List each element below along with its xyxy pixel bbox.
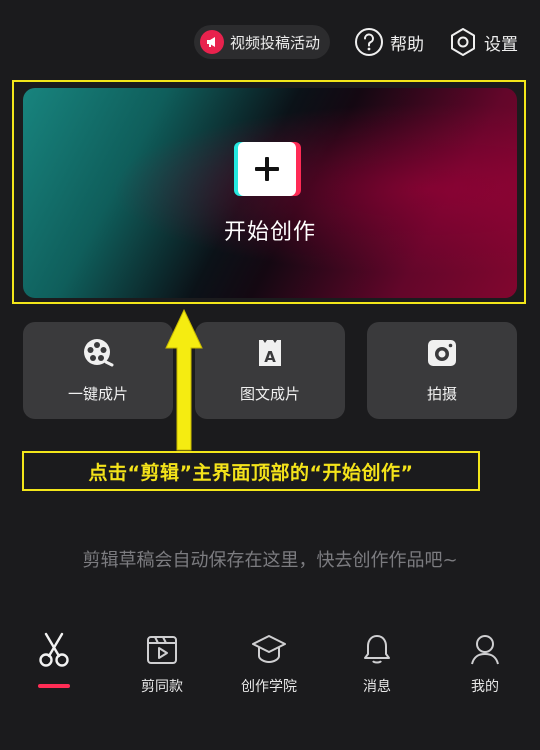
settings-label: 设置 (484, 34, 518, 55)
camera-icon (426, 337, 458, 373)
plus-button[interactable] (234, 142, 302, 196)
nav-academy-label: 创作学院 (241, 679, 297, 695)
help-button[interactable]: 帮助 (354, 27, 424, 57)
video-submission-activity-button[interactable]: 视频投稿活动 (193, 25, 330, 59)
nav-item-profile[interactable]: 我的 (445, 632, 525, 696)
active-tab-indicator (38, 684, 70, 688)
megaphone-icon (199, 30, 224, 54)
feature-tiles: 一键成片 A 图文成片 拍摄 (23, 322, 517, 419)
start-creating-label: 开始创作 (223, 220, 316, 245)
text-image-video-tile[interactable]: A 图文成片 (195, 322, 345, 419)
annotation-callout: 点击“剪辑”主界面顶部的“开始创作” (22, 451, 480, 491)
bell-icon (360, 632, 394, 670)
scissors-icon (37, 632, 71, 672)
settings-button[interactable]: 设置 (448, 27, 518, 57)
annotation-text: 点击“剪辑”主界面顶部的“开始创作” (88, 461, 414, 484)
graduation-cap-icon (251, 632, 287, 670)
nav-profile-label: 我的 (471, 679, 499, 695)
text-image-icon: A (254, 337, 286, 373)
annotation-arrow-icon (165, 308, 203, 451)
nav-messages-label: 消息 (363, 679, 391, 695)
shoot-label: 拍摄 (426, 385, 457, 403)
start-creating-card[interactable]: 开始创作 (23, 88, 517, 298)
shoot-tile[interactable]: 拍摄 (367, 322, 517, 419)
text-image-video-label: 图文成片 (239, 385, 300, 403)
empty-drafts-hint: 剪辑草稿会自动保存在这里，快去创作作品吧~ (82, 550, 458, 571)
bottom-navigation: 剪同款 创作学院 消息 我的 (0, 632, 540, 712)
top-bar: 视频投稿活动 帮助 设置 (193, 22, 518, 62)
nav-item-templates[interactable]: 剪同款 (122, 632, 202, 696)
help-icon (354, 27, 384, 57)
settings-hexagon-icon (448, 27, 478, 57)
user-icon (468, 632, 502, 670)
activity-label: 视频投稿活动 (229, 33, 320, 52)
template-icon (145, 632, 179, 670)
svg-text:A: A (264, 348, 276, 366)
nav-item-edit[interactable] (14, 632, 94, 688)
film-reel-icon (82, 337, 114, 373)
one-click-video-tile[interactable]: 一键成片 (23, 322, 173, 419)
plus-icon (238, 142, 296, 196)
help-label: 帮助 (390, 34, 424, 55)
nav-item-messages[interactable]: 消息 (337, 632, 417, 696)
nav-templates-label: 剪同款 (141, 679, 183, 695)
nav-item-academy[interactable]: 创作学院 (229, 632, 309, 696)
one-click-video-label: 一键成片 (67, 385, 128, 403)
